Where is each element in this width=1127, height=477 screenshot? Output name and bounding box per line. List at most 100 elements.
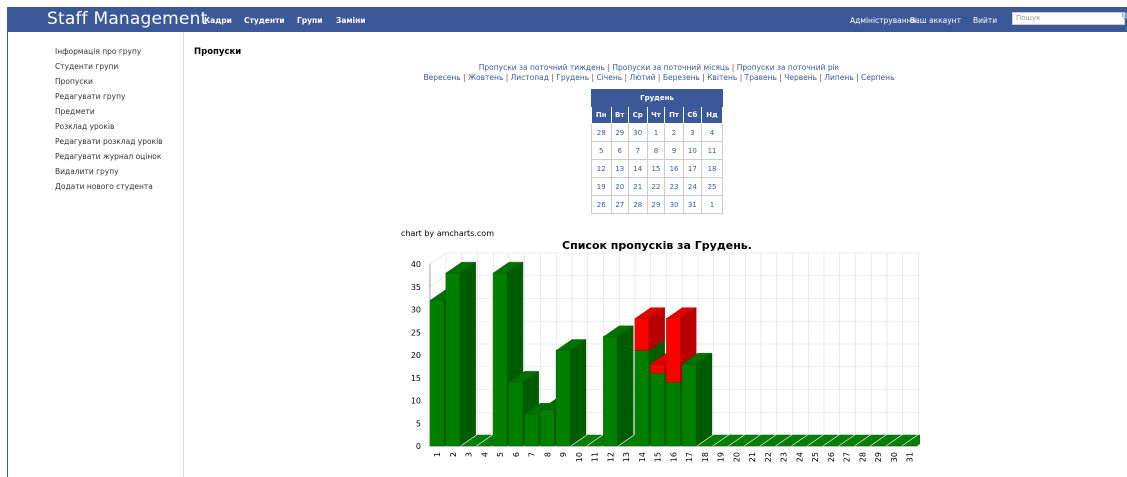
calendar-day[interactable]: 4 [701, 123, 723, 142]
search-icon[interactable]: 🔍 [1121, 13, 1127, 23]
calendar-day[interactable]: 5 [591, 141, 612, 160]
absences-chart: Список пропусків за Грудень. 05101520253… [411, 239, 920, 462]
calendar-day[interactable]: 18 [701, 159, 723, 178]
bar [681, 363, 697, 447]
bar [508, 382, 523, 447]
sidebar-item-subjects[interactable]: Предмети [55, 107, 163, 122]
nav-link-substitutions[interactable]: Заміни [336, 16, 366, 25]
weekday-label: Нд [701, 106, 723, 124]
bar-side [569, 339, 587, 447]
calendar-day[interactable]: 10 [682, 141, 703, 160]
calendar-day[interactable]: 7 [627, 141, 648, 160]
nav-link-account[interactable]: Ваш аккаунт [910, 16, 961, 25]
calendar-day[interactable]: 28 [627, 195, 648, 214]
month-link[interactable]: Квітень [707, 73, 737, 82]
bar [603, 336, 618, 447]
period-link-year[interactable]: Пропуски за поточний рік [737, 63, 840, 72]
calendar-day[interactable]: 27 [610, 195, 629, 214]
x-tick-label: 5 [496, 452, 505, 457]
calendar-day[interactable]: 21 [627, 177, 648, 196]
calendar-day[interactable]: 26 [591, 195, 612, 214]
chart-title: Список пропусків за Грудень. [562, 239, 752, 252]
month-link[interactable]: Липень [824, 73, 853, 82]
calendar-day[interactable]: 14 [627, 159, 648, 178]
page-left-border [7, 30, 8, 477]
bar-side [459, 261, 476, 447]
month-link[interactable]: Січень [596, 73, 622, 82]
calendar-day[interactable]: 24 [682, 177, 703, 196]
calendar-day[interactable]: 16 [664, 159, 684, 178]
sidebar-item-delete-group[interactable]: Видалити групу [55, 167, 163, 182]
weekday-label: Ср [627, 106, 648, 124]
x-tick-label: 14 [638, 452, 647, 462]
month-link[interactable]: Травень [745, 73, 777, 82]
chart-credit-link[interactable]: chart by amcharts.com [401, 229, 494, 238]
calendar-day[interactable]: 28 [591, 123, 612, 142]
month-link[interactable]: Жовтень [468, 73, 503, 82]
calendar-day[interactable]: 30 [664, 195, 684, 214]
top-navbar: Staff Management Кадри Студенти Групи За… [7, 7, 1127, 32]
calendar-day[interactable]: 15 [646, 159, 666, 178]
period-link-week[interactable]: Пропуски за поточний тиждень [479, 63, 605, 72]
bar [666, 318, 681, 383]
sidebar-item-edit-group[interactable]: Редагувати групу [55, 92, 163, 107]
calendar-day[interactable]: 1 [646, 123, 666, 142]
month-link[interactable]: Грудень [556, 73, 589, 82]
nav-link-logout[interactable]: Вийти [973, 16, 997, 25]
calendar-day[interactable]: 20 [610, 177, 629, 196]
sidebar-item-edit-gradebook[interactable]: Редагувати журнал оцінок [55, 152, 163, 167]
calendar-day[interactable]: 11 [701, 141, 723, 160]
sidebar-item-group-students[interactable]: Студенти групи [55, 62, 163, 77]
nav-link-staff[interactable]: Кадри [204, 16, 232, 25]
calendar-month-title: Грудень [591, 89, 723, 107]
x-tick-label: 24 [795, 452, 804, 462]
month-link[interactable]: Серпень [861, 73, 894, 82]
calendar-day[interactable]: 9 [664, 141, 684, 160]
x-tick-label: 16 [669, 452, 678, 462]
x-tick-label: 10 [575, 452, 584, 462]
x-tick-label: 2 [449, 452, 458, 457]
calendar-day[interactable]: 1 [701, 195, 723, 214]
sidebar-item-add-student[interactable]: Додати нового студента [55, 182, 163, 197]
sidebar-item-group-info[interactable]: Інформація про групу [55, 47, 163, 62]
calendar-week: 19 20 21 22 23 24 25 [591, 177, 723, 196]
weekday-label: Чт [646, 106, 666, 124]
month-link[interactable]: Червень [784, 73, 817, 82]
y-tick-label: 0 [416, 442, 421, 451]
calendar-day[interactable]: 31 [682, 195, 703, 214]
calendar-day[interactable]: 25 [701, 177, 723, 196]
calendar-day[interactable]: 12 [591, 159, 612, 178]
brand-logo[interactable]: Staff Management [47, 9, 207, 29]
calendar-day[interactable]: 30 [627, 123, 648, 142]
search-input[interactable]: Пошук [1012, 12, 1125, 25]
month-link[interactable]: Березень [663, 73, 700, 82]
y-tick-label: 35 [411, 283, 421, 292]
sidebar-item-absences[interactable]: Пропуски [55, 77, 163, 92]
nav-link-admin[interactable]: Адміністрування [850, 16, 916, 25]
sidebar-item-schedule[interactable]: Розклад уроків [55, 122, 163, 137]
sidebar: Інформація про групу Студенти групи Проп… [55, 47, 163, 197]
month-link[interactable]: Вересень [423, 73, 460, 82]
nav-link-students[interactable]: Студенти [244, 16, 285, 25]
bar [666, 382, 681, 447]
sidebar-item-edit-schedule[interactable]: Редагувати розклад уроків [55, 137, 163, 152]
gridline-side [429, 275, 447, 287]
calendar-day[interactable]: 23 [664, 177, 684, 196]
y-tick-label: 15 [411, 374, 421, 383]
month-link[interactable]: Листопад [511, 73, 549, 82]
month-link[interactable]: Лютий [629, 73, 655, 82]
period-link-month[interactable]: Пропуски за поточний місяць [612, 63, 729, 72]
sidebar-divider [183, 32, 184, 477]
calendar-day[interactable]: 8 [646, 141, 666, 160]
calendar-day[interactable]: 2 [664, 123, 684, 142]
calendar-day[interactable]: 6 [610, 141, 629, 160]
calendar-day[interactable]: 17 [682, 159, 703, 178]
calendar-day[interactable]: 13 [610, 159, 629, 178]
calendar-week: 5 6 7 8 9 10 11 [591, 141, 723, 160]
nav-link-groups[interactable]: Групи [297, 16, 322, 25]
calendar-day[interactable]: 29 [610, 123, 629, 142]
calendar-day[interactable]: 19 [591, 177, 612, 196]
calendar-day[interactable]: 22 [646, 177, 666, 196]
calendar-day[interactable]: 3 [682, 123, 703, 142]
calendar-day[interactable]: 29 [646, 195, 666, 214]
